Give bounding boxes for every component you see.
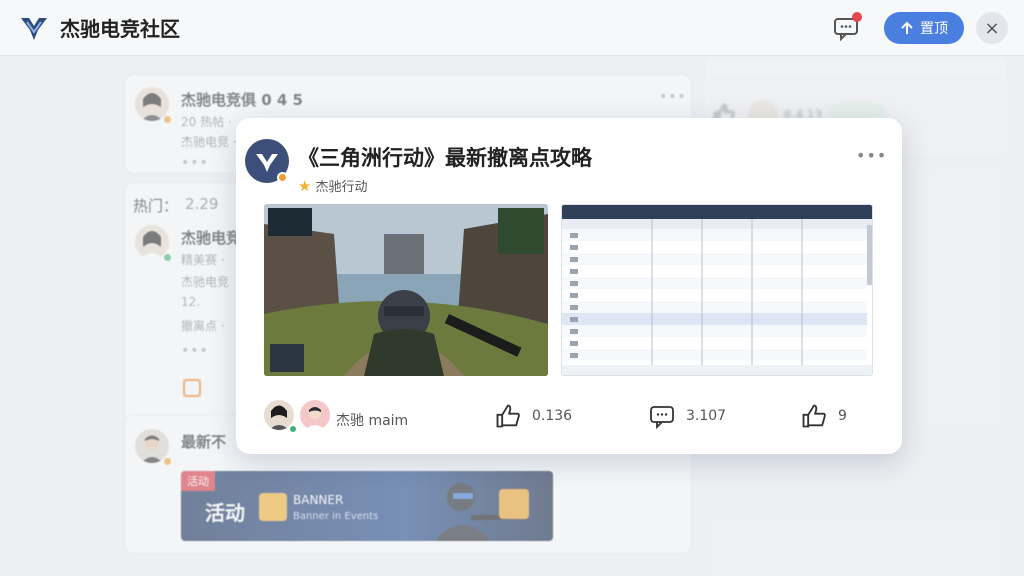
notification-dot: [852, 12, 862, 22]
like-button[interactable]: 0.136: [494, 402, 572, 430]
more-icon[interactable]: •••: [856, 146, 887, 165]
author-name: 杰驰 maim: [336, 413, 409, 429]
post-title: 《三角洲行动》最新撤离点攻略: [298, 146, 592, 170]
post-preview-modal: 《三角洲行动》最新撤离点攻略 ★ 杰驰行动 ••• 杰驰 maim 0.136 …: [236, 118, 902, 454]
gameplay-screenshot[interactable]: [264, 204, 548, 376]
comment-icon: [650, 406, 674, 430]
comment-button[interactable]: 3.107: [648, 402, 726, 430]
share-button[interactable]: 9: [800, 402, 847, 430]
thumb-up-icon: [496, 404, 520, 428]
thumb-up-icon: [802, 404, 826, 428]
status-dot: [288, 424, 298, 434]
post-tag-label: 杰驰行动: [315, 180, 368, 195]
star-icon: ★: [298, 176, 312, 195]
share-count: 9: [838, 408, 847, 424]
app-title: 杰驰电竞社区: [60, 17, 180, 41]
top-bar: 杰驰电竞社区: [0, 0, 1024, 56]
post-footer: 杰驰 maim 0.136 3.107 9: [236, 394, 902, 438]
ranking-table-screenshot[interactable]: [561, 204, 873, 376]
up-arrow-icon: [901, 21, 913, 34]
post-tag[interactable]: ★ 杰驰行动: [298, 176, 368, 196]
pin-button[interactable]: 置顶: [884, 12, 964, 44]
logo-icon: [256, 154, 278, 172]
status-dot: [277, 172, 288, 183]
logo-icon[interactable]: [18, 12, 50, 44]
comment-count: 3.107: [686, 408, 727, 424]
pin-button-label: 置顶: [920, 21, 948, 37]
like-count: 0.136: [532, 408, 573, 424]
avatar[interactable]: [298, 398, 332, 432]
close-icon[interactable]: ×: [976, 12, 1008, 44]
